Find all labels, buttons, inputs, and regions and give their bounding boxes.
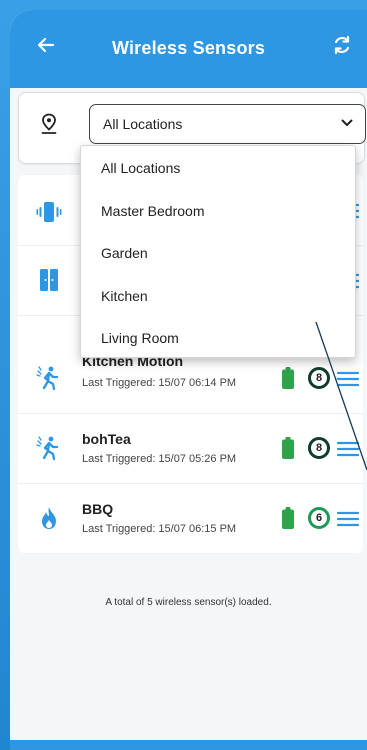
sensor-name: bohTea	[82, 431, 131, 447]
menu-icon[interactable]	[337, 511, 359, 527]
signal-badge: 6	[308, 507, 330, 529]
location-dropdown-menu: All Locations Master Bedroom Garden Kitc…	[80, 145, 356, 358]
battery-icon	[282, 367, 294, 389]
sensor-count-text: A total of 5 wireless sensor(s) loaded.	[105, 597, 272, 608]
sensor-row-bbq[interactable]: BBQ Last Triggered: 15/07 06:15 PM 6	[18, 483, 363, 553]
dropdown-option-garden[interactable]: Garden	[101, 245, 148, 261]
app-screen: Wireless Sensors All Locations Kitchen M…	[10, 10, 367, 750]
sensor-last-triggered: Last Triggered: 15/07 06:14 PM	[82, 377, 237, 389]
sensor-last-triggered: Last Triggered: 15/07 05:26 PM	[82, 453, 237, 465]
page-title: Wireless Sensors	[111, 38, 266, 58]
menu-icon[interactable]	[337, 371, 359, 387]
battery-icon	[282, 437, 294, 459]
door-sensor-icon	[40, 269, 58, 291]
location-pin-icon	[41, 113, 57, 134]
sync-icon[interactable]	[331, 34, 353, 56]
vibration-icon	[36, 202, 62, 222]
signal-badge: 8	[308, 437, 330, 459]
signal-badge: 8	[308, 367, 330, 389]
motion-icon	[36, 366, 59, 391]
chevron-down-icon	[341, 119, 353, 126]
sensor-row-bohtea[interactable]: bohTea Last Triggered: 15/07 05:26 PM 8	[18, 413, 363, 484]
flame-icon	[42, 507, 56, 529]
sensor-last-triggered: Last Triggered: 15/07 06:15 PM	[82, 523, 237, 535]
bottom-bar	[10, 740, 367, 750]
location-select-value: All Locations	[103, 116, 183, 132]
dropdown-option-kitchen[interactable]: Kitchen	[101, 288, 148, 304]
motion-icon	[36, 436, 59, 461]
dropdown-option-master-bedroom[interactable]: Master Bedroom	[101, 203, 204, 219]
menu-icon[interactable]	[337, 441, 359, 457]
app-bar: Wireless Sensors	[10, 10, 367, 88]
dropdown-option-all-locations[interactable]: All Locations	[101, 160, 180, 176]
sensor-name: BBQ	[82, 501, 114, 517]
dropdown-option-living-room[interactable]: Living Room	[101, 330, 179, 346]
location-select[interactable]: All Locations	[89, 104, 366, 144]
battery-icon	[282, 507, 294, 529]
